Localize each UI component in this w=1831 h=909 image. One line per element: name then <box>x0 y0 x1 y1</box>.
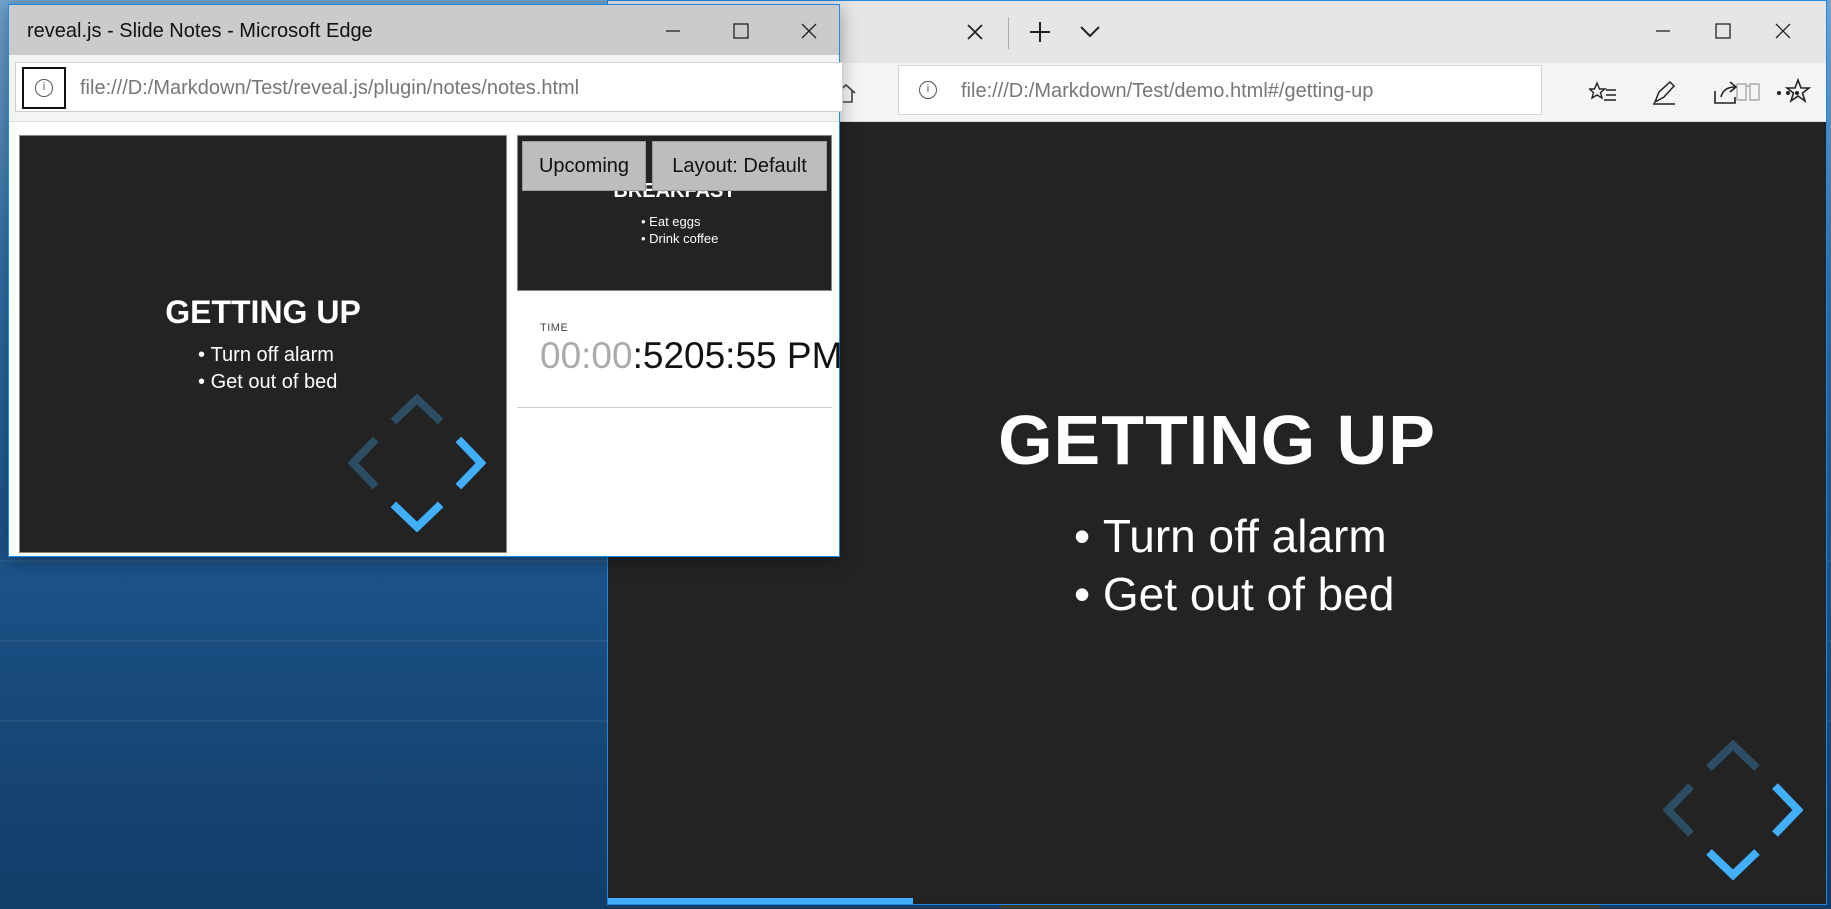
maximize-icon <box>733 23 749 39</box>
slide-bullets: Turn off alarm Get out of bed <box>1074 507 1395 623</box>
tab-list-button[interactable] <box>1070 15 1110 49</box>
current-slide-preview: GETTING UP Turn off alarm Get out of bed <box>19 135 507 553</box>
current-slide-bullets: Turn off alarm Get out of bed <box>198 342 338 396</box>
nav-left-arrow[interactable] <box>1663 783 1694 837</box>
upcoming-slide-bullet: Drink coffee <box>641 230 718 247</box>
main-maximize-button[interactable] <box>1698 11 1748 51</box>
slide-bullet: Get out of bed <box>1074 565 1395 623</box>
more-icon <box>1777 91 1799 95</box>
speaker-notes-view: GETTING UP Turn off alarm Get out of bed… <box>9 122 842 556</box>
info-icon[interactable]: i <box>919 81 937 99</box>
favorites-hub-button[interactable] <box>1583 75 1623 111</box>
notes-title-bar: reveal.js - Slide Notes - Microsoft Edge <box>9 5 839 55</box>
minimize-icon <box>1656 30 1670 32</box>
plus-icon <box>1030 22 1050 42</box>
notes-close-button[interactable] <box>783 11 835 51</box>
favorites-list-icon <box>1589 81 1616 101</box>
close-icon <box>967 24 983 40</box>
progress-bar <box>608 898 913 904</box>
nav-up-arrow[interactable] <box>390 394 444 425</box>
navigation-controls <box>1663 740 1803 880</box>
tab-separator <box>1008 17 1009 49</box>
divider <box>517 407 832 408</box>
time-label: TIME <box>540 322 569 334</box>
time-display: 00:00:5205:55 PM <box>540 335 842 377</box>
main-close-button[interactable] <box>1758 11 1808 51</box>
upcoming-slide-bullet: Eat eggs <box>641 213 718 230</box>
upcoming-button[interactable]: Upcoming <box>522 141 646 191</box>
notes-window-title: reveal.js - Slide Notes - Microsoft Edge <box>27 20 373 42</box>
notes-window: reveal.js - Slide Notes - Microsoft Edge… <box>8 4 843 557</box>
clock-time: 05:55 PM <box>684 335 843 376</box>
share-icon <box>1714 81 1738 104</box>
notes-maximize-button[interactable] <box>715 11 767 51</box>
new-tab-button[interactable] <box>1020 15 1060 49</box>
notes-minimize-button[interactable] <box>647 11 699 51</box>
notes-navigation-bar: i file:///D:/Markdown/Test/reveal.js/plu… <box>9 55 843 122</box>
nav-down-arrow[interactable] <box>1706 849 1760 880</box>
timer-elapsed: :52 <box>632 335 685 376</box>
nav-right-arrow[interactable] <box>455 436 486 490</box>
nav-down-arrow[interactable] <box>390 501 444 532</box>
nav-right-arrow[interactable] <box>1772 783 1803 837</box>
share-button[interactable] <box>1706 75 1746 111</box>
main-minimize-button[interactable] <box>1638 11 1688 51</box>
maximize-icon <box>1715 23 1731 39</box>
preview-navigation-controls <box>348 394 486 532</box>
web-note-button[interactable] <box>1644 75 1684 111</box>
layout-button[interactable]: Layout: Default <box>652 141 827 191</box>
slide-bullet: Turn off alarm <box>1074 507 1394 565</box>
upcoming-slide-bullets: Eat eggs Drink coffee <box>641 213 718 247</box>
more-button[interactable] <box>1768 75 1808 111</box>
chevron-down-icon <box>1080 26 1100 38</box>
close-icon <box>801 23 817 39</box>
close-icon <box>1775 23 1791 39</box>
info-icon: i <box>35 79 53 97</box>
current-slide-bullet: Get out of bed <box>198 369 338 396</box>
tab-close-button[interactable] <box>960 15 990 49</box>
nav-up-arrow[interactable] <box>1706 740 1760 771</box>
address-bar[interactable]: i file:///D:/Markdown/Test/demo.html#/ge… <box>898 65 1812 115</box>
notes-address-url[interactable]: file:///D:/Markdown/Test/reveal.js/plugi… <box>80 77 579 100</box>
pen-icon <box>1653 80 1676 105</box>
address-url[interactable]: file:///D:/Markdown/Test/demo.html#/gett… <box>961 80 1373 103</box>
minimize-icon <box>666 30 680 32</box>
current-slide-title: GETTING UP <box>165 294 361 330</box>
timer-elapsed-dim: 00:00 <box>540 335 633 376</box>
site-info-button[interactable]: i <box>22 67 66 109</box>
nav-left-arrow[interactable] <box>348 436 379 490</box>
current-slide-bullet: Turn off alarm <box>198 342 337 369</box>
notes-address-bar[interactable]: i file:///D:/Markdown/Test/reveal.js/plu… <box>15 62 843 112</box>
